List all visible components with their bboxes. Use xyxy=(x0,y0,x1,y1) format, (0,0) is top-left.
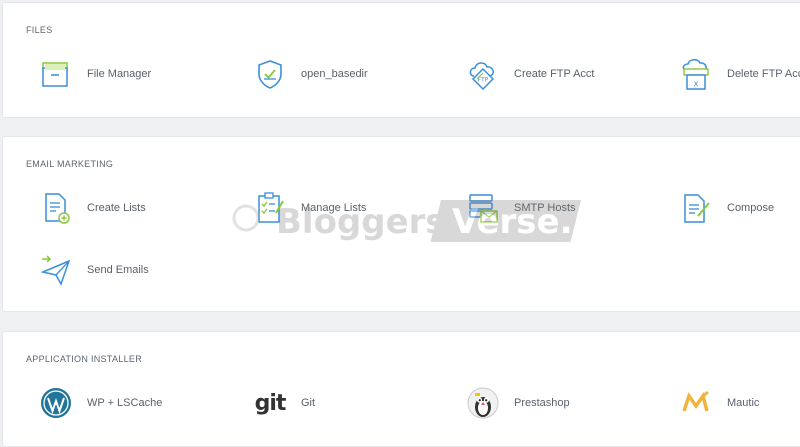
manage-lists-label: Manage Lists xyxy=(301,202,367,214)
document-add-icon xyxy=(39,190,73,226)
compose-icon xyxy=(679,190,713,226)
application-installer-section: APPLICATION INSTALLER WP + LSCache git G… xyxy=(2,331,800,447)
section-title-apps: APPLICATION INSTALLER xyxy=(26,354,142,364)
prestashop-button[interactable]: Prestashop xyxy=(466,385,570,421)
svg-text:x: x xyxy=(694,79,699,88)
git-icon: git xyxy=(253,385,287,421)
prestashop-icon xyxy=(466,385,500,421)
wordpress-icon xyxy=(39,385,73,421)
create-lists-label: Create Lists xyxy=(87,202,146,214)
create-ftp-button[interactable]: FTP Create FTP Acct xyxy=(466,56,595,92)
mautic-label: Mautic xyxy=(727,397,760,409)
clipboard-checklist-icon xyxy=(253,190,287,226)
folder-icon xyxy=(39,56,73,92)
server-mail-icon xyxy=(466,190,500,226)
git-logo-text: git xyxy=(254,390,287,416)
compose-label: Compose xyxy=(727,202,775,214)
open-basedir-label: open_basedir xyxy=(301,68,368,80)
git-button[interactable]: git Git xyxy=(253,385,315,421)
smtp-hosts-label: SMTP Hosts xyxy=(514,202,576,214)
create-lists-button[interactable]: Create Lists xyxy=(39,190,146,226)
section-title-email: EMAIL MARKETING xyxy=(26,159,114,169)
files-section: FILES File Manager open_basedir FTP Crea… xyxy=(2,2,800,118)
section-title-files: FILES xyxy=(26,25,53,35)
mautic-icon xyxy=(679,385,713,421)
ftp-cloud-icon: FTP xyxy=(466,56,500,92)
email-marketing-section: EMAIL MARKETING Create Lists Manage List… xyxy=(2,136,800,312)
paper-plane-icon xyxy=(39,252,73,288)
file-manager-label: File Manager xyxy=(87,68,152,80)
open-basedir-button[interactable]: open_basedir xyxy=(253,56,368,92)
smtp-hosts-button[interactable]: SMTP Hosts xyxy=(466,190,576,226)
delete-ftp-label: Delete FTP Acct xyxy=(727,68,800,80)
mautic-button[interactable]: Mautic xyxy=(679,385,759,421)
create-ftp-label: Create FTP Acct xyxy=(514,68,595,80)
git-label: Git xyxy=(301,397,316,409)
manage-lists-button[interactable]: Manage Lists xyxy=(253,190,366,226)
send-emails-button[interactable]: Send Emails xyxy=(39,252,149,288)
send-emails-label: Send Emails xyxy=(87,264,149,276)
wp-lscache-label: WP + LSCache xyxy=(87,397,163,409)
svg-text:FTP: FTP xyxy=(478,77,489,84)
ftp-delete-icon: x xyxy=(679,56,713,92)
wp-lscache-button[interactable]: WP + LSCache xyxy=(39,385,162,421)
file-manager-button[interactable]: File Manager xyxy=(39,56,151,92)
delete-ftp-button[interactable]: x Delete FTP Acct xyxy=(679,56,800,92)
prestashop-label: Prestashop xyxy=(514,397,570,409)
shield-icon xyxy=(253,56,287,92)
compose-button[interactable]: Compose xyxy=(679,190,774,226)
